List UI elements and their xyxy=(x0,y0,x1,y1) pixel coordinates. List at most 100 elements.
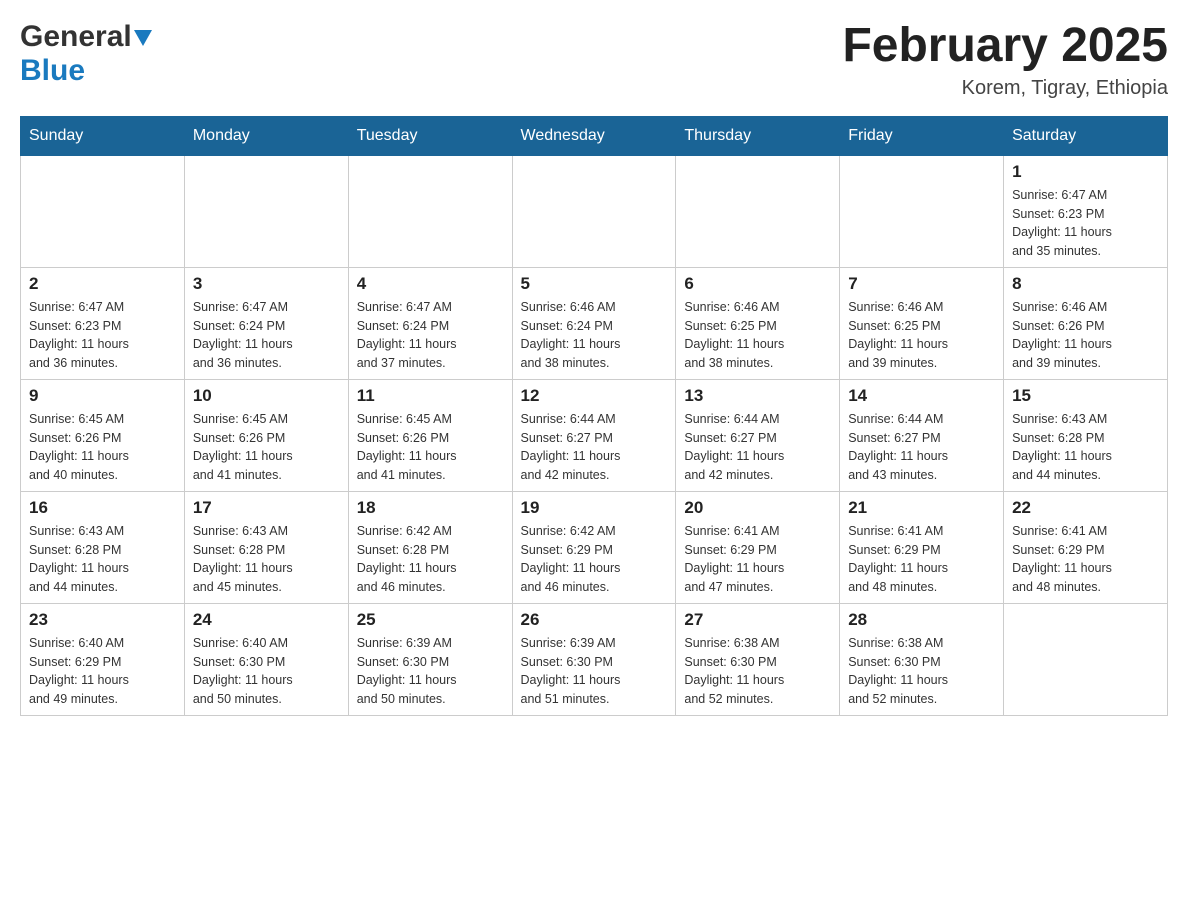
day-info: Sunrise: 6:42 AM Sunset: 6:28 PM Dayligh… xyxy=(357,522,504,597)
day-number: 5 xyxy=(521,274,668,294)
calendar-cell: 18 Sunrise: 6:42 AM Sunset: 6:28 PM Dayli… xyxy=(348,491,512,603)
calendar-cell: 19 Sunrise: 6:42 AM Sunset: 6:29 PM Dayli… xyxy=(512,491,676,603)
col-wednesday: Wednesday xyxy=(512,116,676,155)
calendar-cell xyxy=(348,155,512,267)
col-thursday: Thursday xyxy=(676,116,840,155)
day-info: Sunrise: 6:40 AM Sunset: 6:30 PM Dayligh… xyxy=(193,634,340,709)
week-row-4: 16 Sunrise: 6:43 AM Sunset: 6:28 PM Dayli… xyxy=(21,491,1168,603)
day-number: 2 xyxy=(29,274,176,294)
day-info: Sunrise: 6:41 AM Sunset: 6:29 PM Dayligh… xyxy=(684,522,831,597)
calendar-table: Sunday Monday Tuesday Wednesday Thursday… xyxy=(20,116,1168,716)
col-saturday: Saturday xyxy=(1004,116,1168,155)
day-info: Sunrise: 6:43 AM Sunset: 6:28 PM Dayligh… xyxy=(193,522,340,597)
day-info: Sunrise: 6:42 AM Sunset: 6:29 PM Dayligh… xyxy=(521,522,668,597)
calendar-cell: 1 Sunrise: 6:47 AM Sunset: 6:23 PM Daylig… xyxy=(1004,155,1168,267)
calendar-cell: 13 Sunrise: 6:44 AM Sunset: 6:27 PM Dayli… xyxy=(676,379,840,491)
day-info: Sunrise: 6:46 AM Sunset: 6:25 PM Dayligh… xyxy=(684,298,831,373)
day-number: 22 xyxy=(1012,498,1159,518)
day-info: Sunrise: 6:44 AM Sunset: 6:27 PM Dayligh… xyxy=(684,410,831,485)
day-info: Sunrise: 6:46 AM Sunset: 6:24 PM Dayligh… xyxy=(521,298,668,373)
calendar-cell: 26 Sunrise: 6:39 AM Sunset: 6:30 PM Dayli… xyxy=(512,603,676,715)
logo-general-text: General xyxy=(20,20,132,54)
day-number: 10 xyxy=(193,386,340,406)
day-info: Sunrise: 6:45 AM Sunset: 6:26 PM Dayligh… xyxy=(357,410,504,485)
day-info: Sunrise: 6:38 AM Sunset: 6:30 PM Dayligh… xyxy=(684,634,831,709)
week-row-2: 2Sunrise: 6:47 AM Sunset: 6:23 PM Daylig… xyxy=(21,267,1168,379)
col-monday: Monday xyxy=(184,116,348,155)
day-number: 11 xyxy=(357,386,504,406)
day-number: 3 xyxy=(193,274,340,294)
day-info: Sunrise: 6:41 AM Sunset: 6:29 PM Dayligh… xyxy=(1012,522,1159,597)
day-info: Sunrise: 6:47 AM Sunset: 6:23 PM Dayligh… xyxy=(1012,186,1159,261)
logo: General Blue xyxy=(20,20,152,88)
calendar-cell: 11 Sunrise: 6:45 AM Sunset: 6:26 PM Dayli… xyxy=(348,379,512,491)
calendar-cell: 24 Sunrise: 6:40 AM Sunset: 6:30 PM Dayli… xyxy=(184,603,348,715)
calendar-cell: 27 Sunrise: 6:38 AM Sunset: 6:30 PM Dayli… xyxy=(676,603,840,715)
day-number: 13 xyxy=(684,386,831,406)
day-number: 26 xyxy=(521,610,668,630)
day-number: 25 xyxy=(357,610,504,630)
day-number: 1 xyxy=(1012,162,1159,182)
week-row-3: 9Sunrise: 6:45 AM Sunset: 6:26 PM Daylig… xyxy=(21,379,1168,491)
day-number: 7 xyxy=(848,274,995,294)
day-number: 14 xyxy=(848,386,995,406)
week-row-1: 1 Sunrise: 6:47 AM Sunset: 6:23 PM Daylig… xyxy=(21,155,1168,267)
calendar-cell: 10 Sunrise: 6:45 AM Sunset: 6:26 PM Dayli… xyxy=(184,379,348,491)
day-number: 27 xyxy=(684,610,831,630)
col-friday: Friday xyxy=(840,116,1004,155)
calendar-cell: 9Sunrise: 6:45 AM Sunset: 6:26 PM Daylig… xyxy=(21,379,185,491)
day-info: Sunrise: 6:41 AM Sunset: 6:29 PM Dayligh… xyxy=(848,522,995,597)
day-number: 18 xyxy=(357,498,504,518)
day-info: Sunrise: 6:45 AM Sunset: 6:26 PM Dayligh… xyxy=(29,410,176,485)
col-tuesday: Tuesday xyxy=(348,116,512,155)
calendar-cell: 3 Sunrise: 6:47 AM Sunset: 6:24 PM Daylig… xyxy=(184,267,348,379)
calendar-cell: 14 Sunrise: 6:44 AM Sunset: 6:27 PM Dayli… xyxy=(840,379,1004,491)
day-number: 8 xyxy=(1012,274,1159,294)
day-info: Sunrise: 6:47 AM Sunset: 6:24 PM Dayligh… xyxy=(193,298,340,373)
day-number: 20 xyxy=(684,498,831,518)
day-number: 17 xyxy=(193,498,340,518)
calendar-cell: 17 Sunrise: 6:43 AM Sunset: 6:28 PM Dayli… xyxy=(184,491,348,603)
calendar-cell: 20 Sunrise: 6:41 AM Sunset: 6:29 PM Dayli… xyxy=(676,491,840,603)
day-info: Sunrise: 6:45 AM Sunset: 6:26 PM Dayligh… xyxy=(193,410,340,485)
day-number: 24 xyxy=(193,610,340,630)
calendar-cell: 7 Sunrise: 6:46 AM Sunset: 6:25 PM Daylig… xyxy=(840,267,1004,379)
day-number: 19 xyxy=(521,498,668,518)
day-info: Sunrise: 6:47 AM Sunset: 6:24 PM Dayligh… xyxy=(357,298,504,373)
day-number: 6 xyxy=(684,274,831,294)
day-number: 12 xyxy=(521,386,668,406)
day-number: 28 xyxy=(848,610,995,630)
day-info: Sunrise: 6:46 AM Sunset: 6:25 PM Dayligh… xyxy=(848,298,995,373)
day-info: Sunrise: 6:38 AM Sunset: 6:30 PM Dayligh… xyxy=(848,634,995,709)
day-info: Sunrise: 6:46 AM Sunset: 6:26 PM Dayligh… xyxy=(1012,298,1159,373)
calendar-cell: 28 Sunrise: 6:38 AM Sunset: 6:30 PM Dayli… xyxy=(840,603,1004,715)
day-info: Sunrise: 6:44 AM Sunset: 6:27 PM Dayligh… xyxy=(521,410,668,485)
calendar-cell: 5 Sunrise: 6:46 AM Sunset: 6:24 PM Daylig… xyxy=(512,267,676,379)
title-section: February 2025 Korem, Tigray, Ethiopia xyxy=(842,20,1168,100)
calendar-cell xyxy=(1004,603,1168,715)
day-info: Sunrise: 6:40 AM Sunset: 6:29 PM Dayligh… xyxy=(29,634,176,709)
calendar-cell: 23 Sunrise: 6:40 AM Sunset: 6:29 PM Dayli… xyxy=(21,603,185,715)
calendar-cell: 25Sunrise: 6:39 AM Sunset: 6:30 PM Dayli… xyxy=(348,603,512,715)
day-number: 16 xyxy=(29,498,176,518)
day-info: Sunrise: 6:39 AM Sunset: 6:30 PM Dayligh… xyxy=(521,634,668,709)
calendar-cell: 4 Sunrise: 6:47 AM Sunset: 6:24 PM Daylig… xyxy=(348,267,512,379)
calendar-cell: 15 Sunrise: 6:43 AM Sunset: 6:28 PM Dayli… xyxy=(1004,379,1168,491)
day-info: Sunrise: 6:43 AM Sunset: 6:28 PM Dayligh… xyxy=(29,522,176,597)
week-row-5: 23 Sunrise: 6:40 AM Sunset: 6:29 PM Dayli… xyxy=(21,603,1168,715)
calendar-cell: 21Sunrise: 6:41 AM Sunset: 6:29 PM Dayli… xyxy=(840,491,1004,603)
calendar-cell xyxy=(512,155,676,267)
day-number: 15 xyxy=(1012,386,1159,406)
calendar-header-row: Sunday Monday Tuesday Wednesday Thursday… xyxy=(21,116,1168,155)
calendar-title: February 2025 xyxy=(842,20,1168,73)
calendar-subtitle: Korem, Tigray, Ethiopia xyxy=(842,77,1168,100)
logo-blue-text: Blue xyxy=(20,54,85,87)
day-info: Sunrise: 6:43 AM Sunset: 6:28 PM Dayligh… xyxy=(1012,410,1159,485)
calendar-cell xyxy=(184,155,348,267)
day-info: Sunrise: 6:44 AM Sunset: 6:27 PM Dayligh… xyxy=(848,410,995,485)
calendar-cell xyxy=(676,155,840,267)
calendar-cell: 16 Sunrise: 6:43 AM Sunset: 6:28 PM Dayli… xyxy=(21,491,185,603)
day-number: 23 xyxy=(29,610,176,630)
day-number: 4 xyxy=(357,274,504,294)
calendar-cell xyxy=(21,155,185,267)
